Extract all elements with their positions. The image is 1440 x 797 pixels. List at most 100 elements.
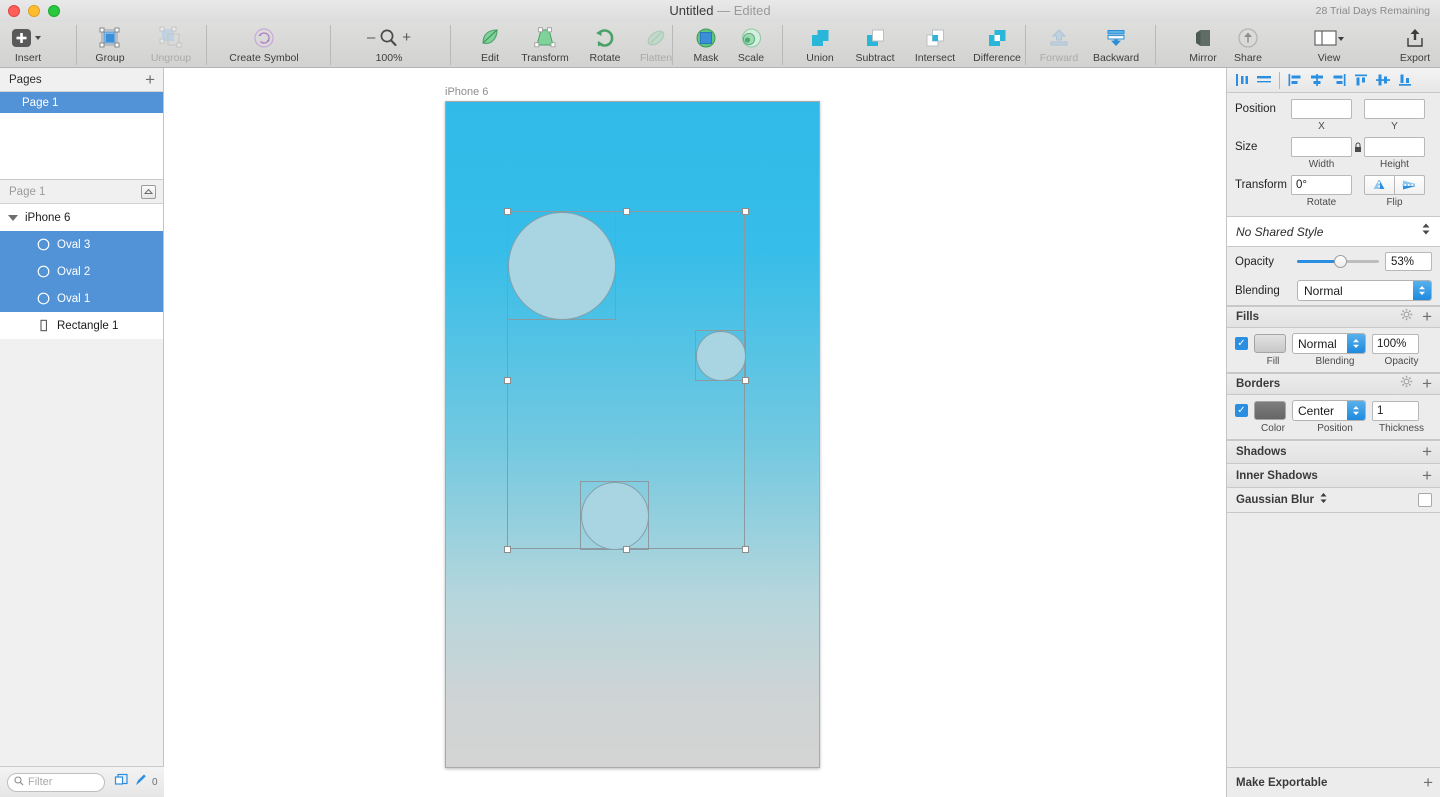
layer-row[interactable]: Oval 1	[0, 285, 163, 312]
gear-icon[interactable]	[1400, 308, 1413, 326]
toolbar-button-export[interactable]: Export	[1392, 22, 1438, 64]
position-x-input[interactable]	[1291, 99, 1352, 119]
add-border-button[interactable]: +	[1422, 375, 1432, 392]
stepper-updown-icon[interactable]	[1347, 401, 1365, 420]
stepper-updown-icon[interactable]	[1347, 334, 1365, 353]
toolbar-button-zoom[interactable]: – + 100%	[350, 22, 428, 64]
toolbar-button-scale[interactable]: Scale	[730, 22, 772, 64]
rotate-input[interactable]: 0°	[1291, 175, 1352, 195]
toolbar-label-transform: Transform	[521, 52, 569, 64]
zoom-in-icon[interactable]: +	[402, 30, 411, 45]
add-shadow-button[interactable]: +	[1422, 443, 1432, 460]
border-enabled-checkbox[interactable]: ✓	[1235, 404, 1248, 417]
inner-shadows-section-header: Inner Shadows +	[1227, 464, 1440, 488]
toolbar-button-mask[interactable]: Mask	[686, 22, 726, 64]
size-width-input[interactable]	[1291, 137, 1352, 157]
add-export-button[interactable]: +	[1423, 774, 1433, 791]
collapse-icon[interactable]	[141, 184, 156, 199]
sidebar-footer: Filter 0	[0, 766, 164, 797]
distribute-center-icon[interactable]	[1306, 69, 1328, 91]
toolbar-button-edit[interactable]: Edit	[472, 22, 508, 64]
resize-handle-top-right[interactable]	[742, 208, 749, 215]
toolbar-label-insert: Insert	[14, 52, 42, 64]
align-top-icon[interactable]	[1350, 69, 1372, 91]
resize-handle-bottom-left[interactable]	[504, 546, 511, 553]
layers-header: Page 1	[0, 180, 163, 204]
toolbar-button-ungroup[interactable]: Ungroup	[142, 22, 200, 64]
resize-handle-bottom-right[interactable]	[742, 546, 749, 553]
toolbar-button-insert[interactable]: Insert	[4, 22, 52, 64]
copy-icon[interactable]	[114, 773, 129, 792]
pencil-icon[interactable]	[134, 773, 147, 792]
align-middle-icon[interactable]	[1372, 69, 1394, 91]
add-fill-button[interactable]: +	[1422, 308, 1432, 325]
rotate-sublabel: Rotate	[1306, 197, 1337, 208]
resize-handle-middle-right[interactable]	[742, 377, 749, 384]
resize-handle-bottom-center[interactable]	[623, 546, 630, 553]
align-center-horizontal-icon[interactable]	[1253, 69, 1275, 91]
size-height-input[interactable]	[1364, 137, 1425, 157]
toolbar-button-union[interactable]: Union	[796, 22, 844, 64]
layer-row[interactable]: Oval 3	[0, 231, 163, 258]
layer-row-artboard[interactable]: iPhone 6	[0, 204, 163, 231]
toolbar-button-mirror[interactable]: Mirror	[1182, 22, 1224, 64]
toolbar-button-transform[interactable]: Transform	[512, 22, 578, 64]
toolbar-button-share[interactable]: Share	[1228, 22, 1268, 64]
stepper-updown-icon[interactable]	[1319, 491, 1328, 509]
blending-dropdown[interactable]: Normal	[1297, 280, 1432, 301]
page-list-item[interactable]: Page 1	[0, 92, 163, 113]
artboard-label[interactable]: iPhone 6	[445, 86, 488, 98]
slider-knob[interactable]	[1334, 255, 1348, 268]
opacity-input[interactable]: 53%	[1385, 252, 1432, 271]
resize-handle-top-left[interactable]	[504, 208, 511, 215]
toolbar-button-intersect[interactable]: Intersect	[906, 22, 964, 64]
distribute-right-icon[interactable]	[1328, 69, 1350, 91]
artboard-iphone-6[interactable]	[445, 101, 820, 768]
fill-blending-dropdown[interactable]: Normal	[1292, 333, 1366, 354]
layer-row[interactable]: Oval 2	[0, 258, 163, 285]
filter-input[interactable]: Filter	[7, 772, 105, 792]
toolbar-button-group[interactable]: Group	[84, 22, 136, 64]
stepper-updown-icon[interactable]	[1413, 281, 1431, 300]
toolbar-button-forward[interactable]: Forward	[1035, 22, 1083, 64]
fill-color-swatch[interactable]	[1254, 334, 1286, 353]
shape-oval-1[interactable]	[581, 482, 649, 550]
flip-vertical-icon[interactable]	[1394, 175, 1425, 195]
canvas-area[interactable]: iPhone 6	[165, 68, 1225, 797]
toolbar-button-subtract[interactable]: Subtract	[846, 22, 904, 64]
fill-opacity-input[interactable]: 100%	[1372, 333, 1419, 354]
border-thickness-input[interactable]: 1	[1372, 400, 1419, 421]
ungroup-icon	[158, 25, 184, 51]
toolbar-button-difference[interactable]: Difference	[966, 22, 1028, 64]
add-inner-shadow-button[interactable]: +	[1422, 467, 1432, 484]
stepper-updown-icon[interactable]	[1421, 222, 1431, 241]
align-left-icon[interactable]	[1231, 69, 1253, 91]
shape-oval-2[interactable]	[696, 331, 746, 381]
position-y-input[interactable]	[1364, 99, 1425, 119]
lock-icon[interactable]	[1352, 142, 1364, 153]
toolbar-label-scale: Scale	[737, 52, 765, 64]
shape-oval-3[interactable]	[508, 212, 616, 320]
border-position-dropdown[interactable]: Center	[1292, 400, 1366, 421]
layer-count: 0	[152, 776, 158, 788]
resize-handle-middle-left[interactable]	[504, 377, 511, 384]
add-page-button[interactable]: +	[145, 71, 155, 88]
toolbar-button-view[interactable]: View	[1296, 22, 1362, 64]
disclosure-triangle-icon[interactable]	[8, 214, 18, 221]
flip-horizontal-icon[interactable]	[1364, 175, 1394, 195]
toolbar-button-rotate[interactable]: Rotate	[582, 22, 628, 64]
fill-enabled-checkbox[interactable]: ✓	[1235, 337, 1248, 350]
toolbar-button-backward[interactable]: Backward	[1087, 22, 1145, 64]
resize-handle-top-center[interactable]	[623, 208, 630, 215]
fills-title: Fills	[1236, 311, 1260, 323]
shared-style-dropdown[interactable]: No Shared Style	[1227, 217, 1440, 247]
gear-icon[interactable]	[1400, 375, 1413, 393]
toolbar-button-create-symbol[interactable]: Create Symbol	[214, 22, 314, 64]
gaussian-blur-checkbox[interactable]	[1418, 493, 1432, 507]
zoom-out-icon[interactable]: –	[367, 30, 375, 45]
distribute-left-icon[interactable]	[1284, 69, 1306, 91]
border-color-swatch[interactable]	[1254, 401, 1286, 420]
layer-row[interactable]: Rectangle 1	[0, 312, 163, 339]
align-bottom-icon[interactable]	[1394, 69, 1416, 91]
opacity-slider[interactable]	[1297, 255, 1379, 269]
